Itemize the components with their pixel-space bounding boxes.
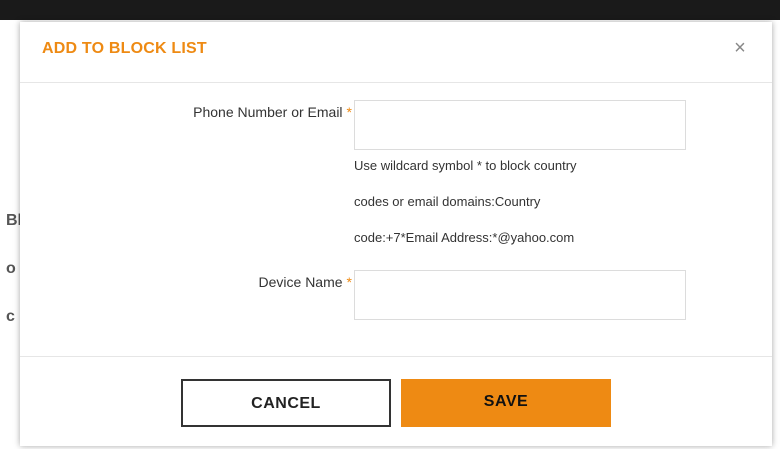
dialog-footer: CANCEL SAVE: [20, 356, 772, 447]
save-button[interactable]: SAVE: [401, 379, 611, 427]
cancel-button[interactable]: CANCEL: [181, 379, 391, 427]
close-icon[interactable]: ×: [728, 36, 752, 60]
background-text: c: [6, 308, 15, 325]
background-text: o: [6, 260, 16, 277]
phone-email-label: Phone Number or Email *: [193, 104, 352, 120]
help-line: code:+7*Email Address:*@yahoo.com: [354, 230, 575, 245]
help-line: Use wildcard symbol * to block country: [354, 158, 577, 173]
device-name-input[interactable]: [354, 270, 686, 320]
required-asterisk: *: [346, 274, 352, 290]
device-name-label-text: Device Name: [258, 274, 343, 290]
help-line: codes or email domains:Country: [354, 194, 541, 209]
wildcard-help-text: Use wildcard symbol * to block country c…: [354, 148, 694, 256]
page-top-bar: [0, 0, 780, 20]
device-name-label: Device Name *: [259, 274, 352, 290]
required-asterisk: *: [346, 104, 352, 120]
dialog-title: ADD TO BLOCK LIST: [42, 40, 207, 57]
dialog-header: ADD TO BLOCK LIST ×: [20, 22, 772, 83]
phone-email-input[interactable]: [354, 100, 686, 150]
phone-email-label-text: Phone Number or Email: [193, 104, 343, 120]
add-to-block-list-dialog: ADD TO BLOCK LIST × Phone Number or Emai…: [20, 22, 772, 446]
